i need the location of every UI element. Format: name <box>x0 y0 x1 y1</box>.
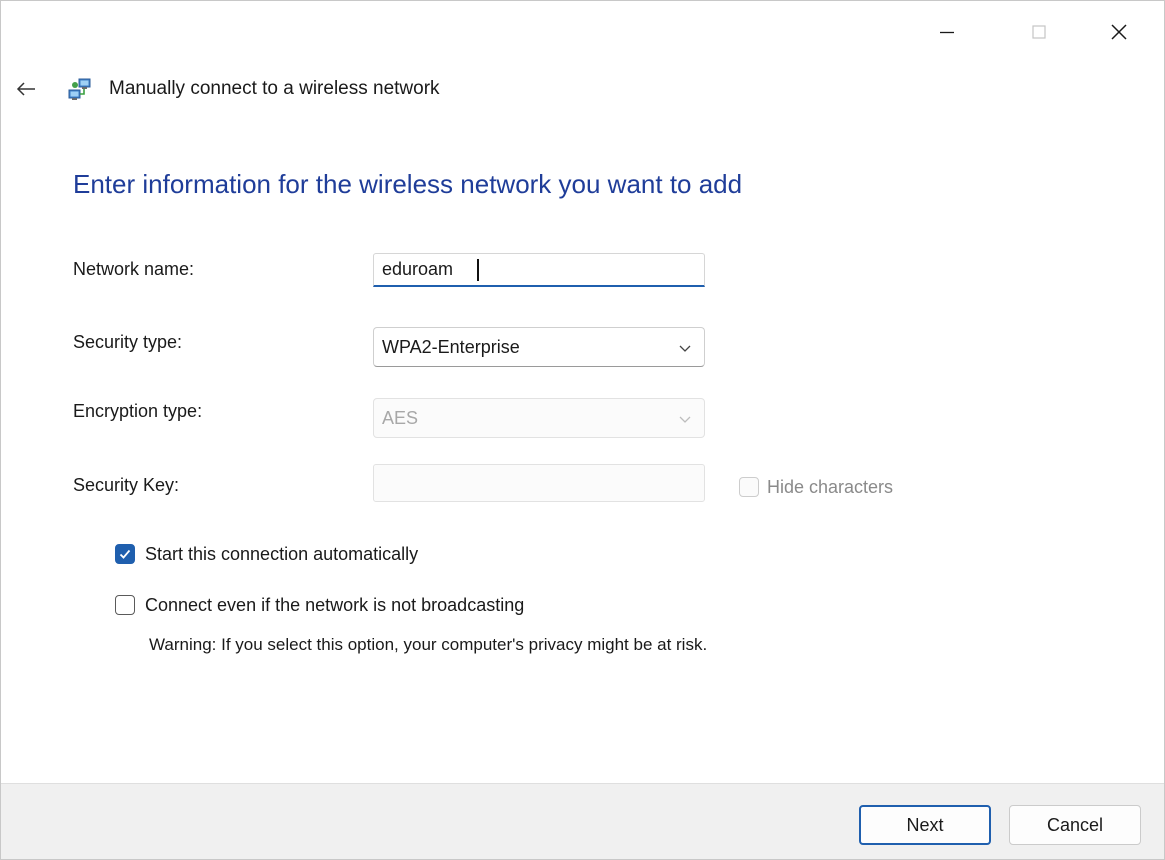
security-type-value: WPA2-Enterprise <box>382 336 520 357</box>
privacy-warning-text: Warning: If you select this option, your… <box>149 635 708 654</box>
checkmark-icon <box>119 549 131 559</box>
start-automatically-label[interactable]: Start this connection automatically <box>145 542 418 566</box>
close-icon <box>1111 24 1127 40</box>
maximize-icon <box>1032 25 1046 39</box>
close-button[interactable] <box>1073 1 1164 63</box>
network-name-input[interactable] <box>373 253 705 287</box>
network-name-label: Network name: <box>73 259 195 279</box>
connect-not-broadcasting-label[interactable]: Connect even if the network is not broad… <box>145 593 524 617</box>
encryption-type-label: Encryption type: <box>73 401 203 421</box>
chevron-down-icon <box>679 345 691 352</box>
minimize-button[interactable] <box>901 1 993 63</box>
security-type-label: Security type: <box>73 332 183 352</box>
dialog-footer: Next Cancel <box>1 783 1164 859</box>
security-key-input <box>373 464 705 502</box>
maximize-button[interactable] <box>993 1 1085 63</box>
chevron-down-icon <box>679 416 691 423</box>
cancel-button[interactable]: Cancel <box>1009 805 1141 845</box>
back-button[interactable] <box>11 75 41 103</box>
text-caret <box>477 259 479 281</box>
hide-characters-checkbox <box>739 477 759 497</box>
page-heading: Enter information for the wireless netwo… <box>73 169 743 199</box>
connect-not-broadcasting-checkbox[interactable] <box>115 595 135 615</box>
window-title: Manually connect to a wireless network <box>109 78 440 99</box>
start-automatically-checkbox[interactable] <box>115 544 135 564</box>
security-key-label: Security Key: <box>73 475 180 495</box>
minimize-icon <box>940 31 954 34</box>
encryption-type-value: AES <box>382 407 419 428</box>
hide-characters-label: Hide characters <box>767 477 894 497</box>
network-connection-icon <box>68 78 91 100</box>
encryption-type-select: AES <box>373 398 705 438</box>
security-type-select[interactable]: WPA2-Enterprise <box>373 327 705 367</box>
dialog-window: Manually connect to a wireless network E… <box>0 0 1165 860</box>
back-arrow-icon <box>16 82 35 96</box>
next-button[interactable]: Next <box>859 805 991 845</box>
